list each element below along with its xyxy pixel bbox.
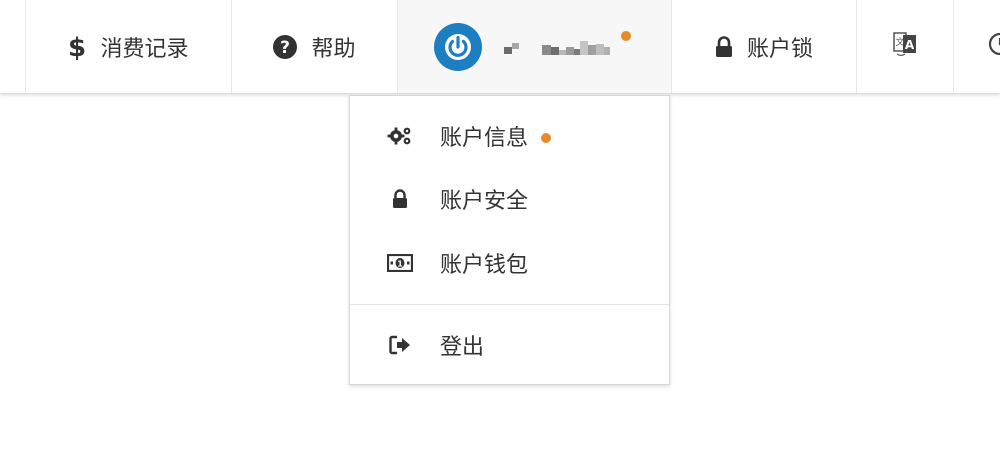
account-notification-dot xyxy=(621,31,631,41)
menu-item-account-security-label: 账户安全 xyxy=(440,189,529,214)
dollar-icon: $ xyxy=(68,33,86,61)
nav-billing-records[interactable]: $ 消费记录 xyxy=(25,0,231,93)
top-navigation-bar: $ 消费记录 ? 帮助 账户锁 文 A xyxy=(0,0,1000,94)
translate-icon: 文 A xyxy=(892,30,918,64)
nav-billing-label: 消费记录 xyxy=(100,36,189,62)
gears-icon xyxy=(387,123,413,149)
nav-account-menu-toggle[interactable] xyxy=(397,0,671,93)
power-logo-icon xyxy=(445,33,471,60)
nav-more[interactable] xyxy=(953,0,1000,93)
clock-icon xyxy=(988,32,1000,62)
nav-help[interactable]: ? 帮助 xyxy=(231,0,397,93)
menu-item-account-info-label: 账户信息 xyxy=(440,126,529,151)
account-dropdown-menu: 账户信息 账户安全 1 账户钱包 登出 xyxy=(349,95,670,385)
nav-language-switch[interactable]: 文 A xyxy=(856,0,953,93)
account-avatar xyxy=(434,22,482,71)
sign-out-icon xyxy=(387,332,413,358)
money-bill-icon: 1 xyxy=(387,250,413,276)
svg-text:$: $ xyxy=(68,33,86,61)
menu-item-logout[interactable]: 登出 xyxy=(350,315,669,375)
pixelated-username xyxy=(504,40,610,55)
menu-item-account-info[interactable]: 账户信息 xyxy=(350,106,669,166)
lock-icon xyxy=(715,35,733,58)
question-circle-icon: ? xyxy=(273,34,298,59)
username-masked xyxy=(504,35,614,59)
menu-item-account-wallet[interactable]: 1 账户钱包 xyxy=(350,233,669,293)
nav-account-lock[interactable]: 账户锁 xyxy=(671,0,856,93)
svg-text:?: ? xyxy=(281,38,291,58)
nav-lock-label: 账户锁 xyxy=(746,36,813,62)
svg-text:1: 1 xyxy=(397,260,403,269)
svg-text:A: A xyxy=(905,38,915,52)
menu-item-logout-label: 登出 xyxy=(440,335,485,360)
menu-divider xyxy=(350,304,669,305)
menu-item-account-security[interactable]: 账户安全 xyxy=(350,169,669,229)
account-info-notification-dot xyxy=(541,133,551,143)
menu-item-account-wallet-label: 账户钱包 xyxy=(440,253,529,278)
nav-help-label: 帮助 xyxy=(311,36,356,62)
lock-icon xyxy=(387,186,413,212)
